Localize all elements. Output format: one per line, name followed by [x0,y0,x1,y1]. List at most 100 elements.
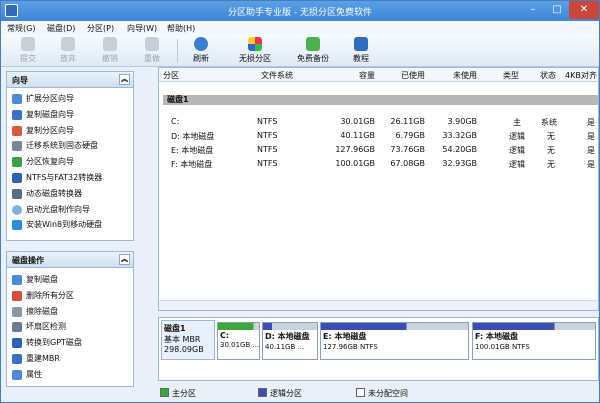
col-4k-align[interactable]: 4KB对齐 [565,70,598,81]
usage-bar [263,323,317,330]
horizontal-scrollbar[interactable] [159,300,598,310]
copy-partition-icon [12,125,22,136]
ssd-icon [12,141,22,152]
wipe-icon [12,306,22,317]
cd-icon [12,204,22,215]
disk-item-copy-disk[interactable]: 复制磁盘 [7,272,133,288]
disk-row[interactable]: 磁盘1 [163,95,598,105]
collapse-icon[interactable]: ︽ [119,74,130,85]
windows-icon [12,220,22,231]
legend-primary: 主分区 [160,388,196,399]
wizard-item-ntfs-fat32[interactable]: NTFS与FAT32转换器 [7,170,133,186]
wizard-item-win8-usb[interactable]: 安装Win8到移动硬盘 [7,217,133,233]
table-row[interactable]: E: 本地磁盘 NTFS 127.96GB 73.76GB 54.20GB 逻辑… [159,143,598,157]
minimize-button[interactable]: – [521,1,545,19]
resize-partition-button[interactable]: 无损分区 [233,37,277,65]
disk-item-wipe[interactable]: 擦除磁盘 [7,304,133,320]
close-button[interactable]: ✕ [569,1,599,19]
delete-icon [12,290,22,301]
disk-panel-header: 磁盘操作 ︽ [7,252,133,268]
gpt-icon [12,338,22,349]
discard-icon [61,37,75,51]
col-capacity[interactable]: 容量 [319,70,375,81]
usage-bar [321,323,468,330]
menu-partition[interactable]: 分区(P) [87,23,114,34]
wizard-item-extend-partition[interactable]: 扩展分区向导 [7,91,133,107]
collapse-icon[interactable]: ︽ [119,254,130,265]
tutorial-icon [354,37,368,51]
col-used[interactable]: 已使用 [379,70,425,81]
col-filesystem[interactable]: 文件系统 [261,70,293,81]
extend-icon [12,94,22,104]
legend-logical: 逻辑分区 [258,388,302,399]
partition-block[interactable]: C: 30.01GB ... [217,322,260,360]
disk-item-properties[interactable]: 属性 [7,367,133,383]
menu-general[interactable]: 常规(G) [7,23,35,34]
wizard-item-copy-partition[interactable]: 复制分区向导 [7,123,133,139]
table-row[interactable]: C: NTFS 30.01GB 26.11GB 3.90GB 主 系统 是 [159,115,598,129]
properties-icon [12,369,22,380]
table-row[interactable]: D: 本地磁盘 NTFS 40.11GB 6.79GB 33.32GB 逻辑 无… [159,129,598,143]
partition-block[interactable]: F: 本地磁盘 100.01GB NTFS [472,322,596,360]
disk-item-rebuild-mbr[interactable]: 重建MBR [7,351,133,367]
disk-item-bad-sector[interactable]: 坏扇区检测 [7,319,133,335]
disk-type: 基本 MBR [164,335,201,344]
maximize-button[interactable]: □ [545,1,569,19]
partition-block[interactable]: D: 本地磁盘 40.11GB ... [262,322,318,360]
apply-button[interactable]: 提交 [15,37,41,65]
table-header: 分区 文件系统 容量 已使用 未使用 类型 状态 4KB对齐 [159,68,598,82]
table-row[interactable]: F: 本地磁盘 NTFS 100.01GB 67.08GB 32.93GB 逻辑… [159,157,598,171]
legend-unallocated: 未分配空间 [356,388,408,399]
disk-size: 298.09GB [164,345,204,354]
disk-map: 磁盘1 基本 MBR 298.09GB C: 30.01GB ... D: 本地… [158,317,599,381]
disk-info-card[interactable]: 磁盘1 基本 MBR 298.09GB [161,320,215,360]
app-window: 分区助手专业版 - 无损分区免费软件 – □ ✕ 常规(G) 磁盘(D) 分区(… [0,0,600,403]
refresh-icon [194,37,208,51]
wizard-panel: 向导 ︽ 扩展分区向导 复制磁盘向导 复制分区向导 迁移系统到固态硬盘 分区恢复… [6,71,134,241]
col-type[interactable]: 类型 [483,70,519,81]
free-backup-button[interactable]: 免费备份 [291,37,335,65]
bad-sector-icon [12,322,22,333]
dynamic-disk-icon [12,188,22,199]
refresh-button[interactable]: 刷新 [187,37,215,65]
wizard-item-migrate-ssd[interactable]: 迁移系统到固态硬盘 [7,138,133,154]
wizard-item-dynamic-disk[interactable]: 动态磁盘转换器 [7,186,133,202]
undo-icon [103,37,117,51]
col-status[interactable]: 状态 [540,70,556,81]
disk-item-delete-all[interactable]: 删除所有分区 [7,288,133,304]
partition-block[interactable]: E: 本地磁盘 127.96GB NTFS [320,322,469,360]
convert-icon [12,172,22,183]
check-icon [21,37,35,51]
tutorial-button[interactable]: 教程 [347,37,375,65]
disk-operations-panel: 磁盘操作 ︽ 复制磁盘 删除所有分区 擦除磁盘 坏扇区检测 转换到GPT磁盘 重… [6,251,134,387]
toolbar: 提交 放弃 撤销 重做 刷新 无损分区 免费备份 教程 [1,35,599,67]
window-title: 分区助手专业版 - 无损分区免费软件 [228,8,372,18]
wizard-item-copy-disk[interactable]: 复制磁盘向导 [7,107,133,123]
recovery-icon [12,157,22,168]
title-bar: 分区助手专业版 - 无损分区免费软件 – □ ✕ [1,1,599,21]
toolbar-separator [177,39,178,63]
wizard-item-partition-recovery[interactable]: 分区恢复向导 [7,154,133,170]
menu-bar: 常规(G) 磁盘(D) 分区(P) 向导(W) 帮助(H) [1,21,599,35]
wizard-item-boot-cd[interactable]: 启动光盘制作向导 [7,202,133,218]
disk-panel-title: 磁盘操作 [12,256,44,265]
mbr-icon [12,353,22,364]
partition-table: 分区 文件系统 容量 已使用 未使用 类型 状态 4KB对齐 磁盘1 C: NT… [158,67,599,311]
undo-button[interactable]: 撤销 [97,37,123,65]
partition-icon [248,37,262,51]
wizard-panel-title: 向导 [12,76,28,85]
disk-item-convert-gpt[interactable]: 转换到GPT磁盘 [7,335,133,351]
redo-icon [145,37,159,51]
redo-button[interactable]: 重做 [139,37,165,65]
menu-wizard[interactable]: 向导(W) [127,23,157,34]
backup-icon [306,37,320,51]
col-free[interactable]: 未使用 [429,70,477,81]
usage-bar [473,323,595,330]
col-partition[interactable]: 分区 [163,70,179,81]
menu-disk[interactable]: 磁盘(D) [47,23,75,34]
discard-button[interactable]: 放弃 [55,37,81,65]
copy-icon [12,275,22,285]
legend: 主分区 逻辑分区 未分配空间 [158,385,599,401]
menu-help[interactable]: 帮助(H) [167,23,195,34]
disk-name: 磁盘1 [164,324,186,333]
